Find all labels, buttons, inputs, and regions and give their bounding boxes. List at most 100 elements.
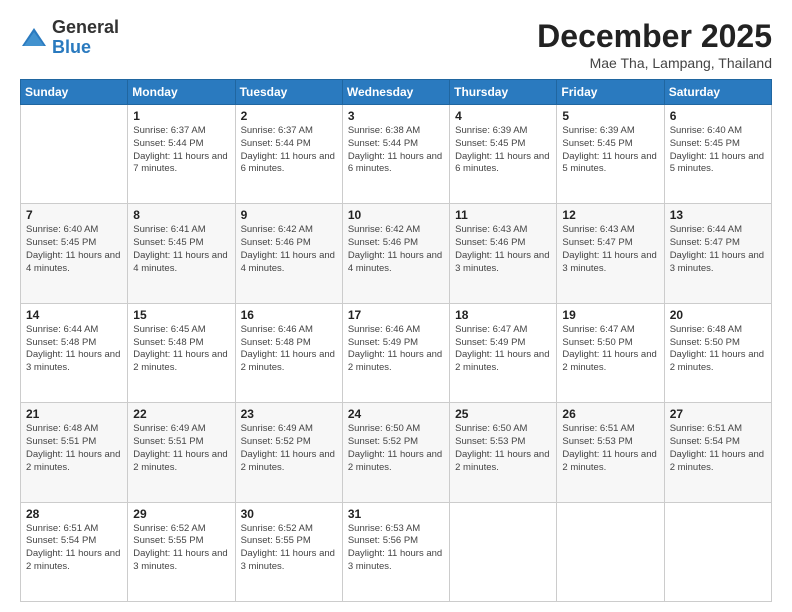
day-cell: 31Sunrise: 6:53 AM Sunset: 5:56 PM Dayli… bbox=[342, 502, 449, 601]
title-month: December 2025 bbox=[537, 18, 772, 55]
day-number: 13 bbox=[670, 208, 766, 222]
day-number: 24 bbox=[348, 407, 444, 421]
day-info: Sunrise: 6:41 AM Sunset: 5:45 PM Dayligh… bbox=[133, 224, 229, 275]
day-number: 25 bbox=[455, 407, 551, 421]
day-number: 11 bbox=[455, 208, 551, 222]
day-cell: 4 Sunrise: 6:39 AM Sunset: 5:45 PM Daylig… bbox=[450, 105, 557, 204]
day-cell: 25Sunrise: 6:50 AM Sunset: 5:53 PM Dayli… bbox=[450, 403, 557, 502]
logo-icon bbox=[20, 24, 48, 52]
day-number: 10 bbox=[348, 208, 444, 222]
day-cell: 10 Sunrise: 6:42 AM Sunset: 5:46 PM Dayli… bbox=[342, 204, 449, 303]
day-cell: 8Sunrise: 6:41 AM Sunset: 5:45 PM Daylig… bbox=[128, 204, 235, 303]
day-cell: 3 Sunrise: 6:38 AM Sunset: 5:44 PM Daylig… bbox=[342, 105, 449, 204]
page: General Blue December 2025 Mae Tha, Lamp… bbox=[0, 0, 792, 612]
day-number: 5 bbox=[562, 109, 658, 123]
week-row-3: 14 Sunrise: 6:44 AM Sunset: 5:48 PM Dayli… bbox=[21, 303, 772, 402]
day-number: 15 bbox=[133, 308, 229, 322]
day-cell: 15 Sunrise: 6:45 AM Sunset: 5:48 PM Dayli… bbox=[128, 303, 235, 402]
day-info: Sunrise: 6:50 AM Sunset: 5:52 PM Dayligh… bbox=[348, 423, 444, 474]
week-row-4: 21Sunrise: 6:48 AM Sunset: 5:51 PM Dayli… bbox=[21, 403, 772, 502]
day-cell: 11 Sunrise: 6:43 AM Sunset: 5:46 PM Dayli… bbox=[450, 204, 557, 303]
day-info: Sunrise: 6:52 AM Sunset: 5:55 PM Dayligh… bbox=[241, 523, 337, 574]
day-cell: 29 Sunrise: 6:52 AM Sunset: 5:55 PM Dayli… bbox=[128, 502, 235, 601]
day-info: Sunrise: 6:49 AM Sunset: 5:51 PM Dayligh… bbox=[133, 423, 229, 474]
day-info: Sunrise: 6:47 AM Sunset: 5:49 PM Dayligh… bbox=[455, 324, 551, 375]
day-number: 3 bbox=[348, 109, 444, 123]
day-info: Sunrise: 6:39 AM Sunset: 5:45 PM Dayligh… bbox=[455, 125, 551, 176]
week-row-1: 1Sunrise: 6:37 AM Sunset: 5:44 PM Daylig… bbox=[21, 105, 772, 204]
day-info: Sunrise: 6:43 AM Sunset: 5:46 PM Dayligh… bbox=[455, 224, 551, 275]
day-number: 4 bbox=[455, 109, 551, 123]
week-row-5: 28 Sunrise: 6:51 AM Sunset: 5:54 PM Dayli… bbox=[21, 502, 772, 601]
day-cell bbox=[450, 502, 557, 601]
day-info: Sunrise: 6:37 AM Sunset: 5:44 PM Dayligh… bbox=[133, 125, 229, 176]
day-info: Sunrise: 6:43 AM Sunset: 5:47 PM Dayligh… bbox=[562, 224, 658, 275]
col-header-sunday: Sunday bbox=[21, 80, 128, 105]
day-cell: 16Sunrise: 6:46 AM Sunset: 5:48 PM Dayli… bbox=[235, 303, 342, 402]
day-info: Sunrise: 6:42 AM Sunset: 5:46 PM Dayligh… bbox=[348, 224, 444, 275]
day-cell: 5Sunrise: 6:39 AM Sunset: 5:45 PM Daylig… bbox=[557, 105, 664, 204]
logo-blue: Blue bbox=[52, 38, 119, 58]
col-header-monday: Monday bbox=[128, 80, 235, 105]
week-row-2: 7Sunrise: 6:40 AM Sunset: 5:45 PM Daylig… bbox=[21, 204, 772, 303]
day-info: Sunrise: 6:53 AM Sunset: 5:56 PM Dayligh… bbox=[348, 523, 444, 574]
day-number: 14 bbox=[26, 308, 122, 322]
header-row: SundayMondayTuesdayWednesdayThursdayFrid… bbox=[21, 80, 772, 105]
day-info: Sunrise: 6:52 AM Sunset: 5:55 PM Dayligh… bbox=[133, 523, 229, 574]
day-cell: 1Sunrise: 6:37 AM Sunset: 5:44 PM Daylig… bbox=[128, 105, 235, 204]
col-header-tuesday: Tuesday bbox=[235, 80, 342, 105]
day-cell: 9Sunrise: 6:42 AM Sunset: 5:46 PM Daylig… bbox=[235, 204, 342, 303]
header: General Blue December 2025 Mae Tha, Lamp… bbox=[20, 18, 772, 71]
day-cell bbox=[664, 502, 771, 601]
col-header-saturday: Saturday bbox=[664, 80, 771, 105]
day-info: Sunrise: 6:51 AM Sunset: 5:54 PM Dayligh… bbox=[670, 423, 766, 474]
day-info: Sunrise: 6:40 AM Sunset: 5:45 PM Dayligh… bbox=[670, 125, 766, 176]
day-number: 29 bbox=[133, 507, 229, 521]
day-cell bbox=[557, 502, 664, 601]
col-header-wednesday: Wednesday bbox=[342, 80, 449, 105]
day-cell: 14 Sunrise: 6:44 AM Sunset: 5:48 PM Dayli… bbox=[21, 303, 128, 402]
day-cell: 21Sunrise: 6:48 AM Sunset: 5:51 PM Dayli… bbox=[21, 403, 128, 502]
logo-general: General bbox=[52, 18, 119, 38]
day-number: 2 bbox=[241, 109, 337, 123]
day-info: Sunrise: 6:44 AM Sunset: 5:48 PM Dayligh… bbox=[26, 324, 122, 375]
day-cell: 20 Sunrise: 6:48 AM Sunset: 5:50 PM Dayli… bbox=[664, 303, 771, 402]
title-block: December 2025 Mae Tha, Lampang, Thailand bbox=[537, 18, 772, 71]
day-cell: 24 Sunrise: 6:50 AM Sunset: 5:52 PM Dayli… bbox=[342, 403, 449, 502]
day-info: Sunrise: 6:48 AM Sunset: 5:50 PM Dayligh… bbox=[670, 324, 766, 375]
title-location: Mae Tha, Lampang, Thailand bbox=[537, 55, 772, 71]
day-number: 20 bbox=[670, 308, 766, 322]
day-number: 19 bbox=[562, 308, 658, 322]
day-cell: 17Sunrise: 6:46 AM Sunset: 5:49 PM Dayli… bbox=[342, 303, 449, 402]
day-cell: 22Sunrise: 6:49 AM Sunset: 5:51 PM Dayli… bbox=[128, 403, 235, 502]
col-header-thursday: Thursday bbox=[450, 80, 557, 105]
day-number: 17 bbox=[348, 308, 444, 322]
day-number: 21 bbox=[26, 407, 122, 421]
day-number: 28 bbox=[26, 507, 122, 521]
day-info: Sunrise: 6:45 AM Sunset: 5:48 PM Dayligh… bbox=[133, 324, 229, 375]
day-number: 30 bbox=[241, 507, 337, 521]
day-cell: 6 Sunrise: 6:40 AM Sunset: 5:45 PM Daylig… bbox=[664, 105, 771, 204]
day-cell bbox=[21, 105, 128, 204]
day-info: Sunrise: 6:44 AM Sunset: 5:47 PM Dayligh… bbox=[670, 224, 766, 275]
day-number: 9 bbox=[241, 208, 337, 222]
day-info: Sunrise: 6:47 AM Sunset: 5:50 PM Dayligh… bbox=[562, 324, 658, 375]
day-info: Sunrise: 6:40 AM Sunset: 5:45 PM Dayligh… bbox=[26, 224, 122, 275]
day-cell: 26Sunrise: 6:51 AM Sunset: 5:53 PM Dayli… bbox=[557, 403, 664, 502]
day-number: 12 bbox=[562, 208, 658, 222]
day-number: 16 bbox=[241, 308, 337, 322]
day-number: 27 bbox=[670, 407, 766, 421]
calendar-table: SundayMondayTuesdayWednesdayThursdayFrid… bbox=[20, 79, 772, 602]
day-info: Sunrise: 6:51 AM Sunset: 5:54 PM Dayligh… bbox=[26, 523, 122, 574]
col-header-friday: Friday bbox=[557, 80, 664, 105]
logo: General Blue bbox=[20, 18, 119, 58]
day-number: 6 bbox=[670, 109, 766, 123]
day-number: 23 bbox=[241, 407, 337, 421]
day-cell: 7Sunrise: 6:40 AM Sunset: 5:45 PM Daylig… bbox=[21, 204, 128, 303]
day-cell: 28 Sunrise: 6:51 AM Sunset: 5:54 PM Dayli… bbox=[21, 502, 128, 601]
day-info: Sunrise: 6:38 AM Sunset: 5:44 PM Dayligh… bbox=[348, 125, 444, 176]
day-number: 26 bbox=[562, 407, 658, 421]
day-cell: 2Sunrise: 6:37 AM Sunset: 5:44 PM Daylig… bbox=[235, 105, 342, 204]
day-cell: 12 Sunrise: 6:43 AM Sunset: 5:47 PM Dayli… bbox=[557, 204, 664, 303]
day-cell: 19 Sunrise: 6:47 AM Sunset: 5:50 PM Dayli… bbox=[557, 303, 664, 402]
